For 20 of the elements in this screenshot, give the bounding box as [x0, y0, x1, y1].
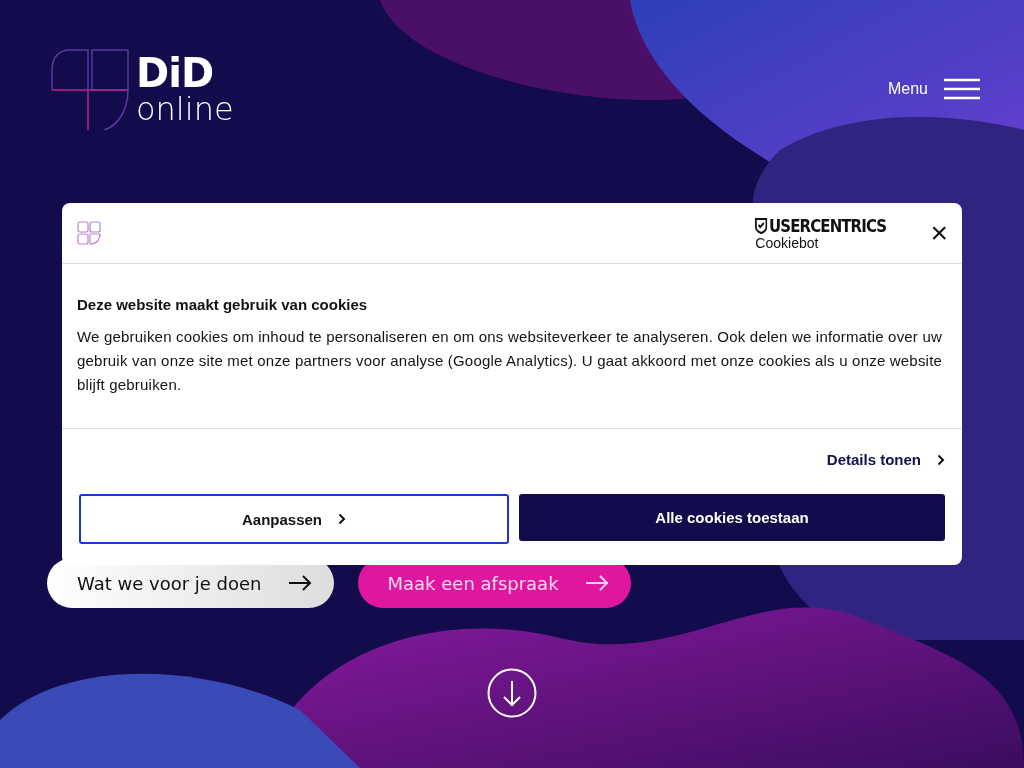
brand-product: Cookiebot: [755, 236, 820, 250]
customize-button[interactable]: Aanpassen: [79, 494, 509, 544]
logo-wordmark: DiD: [136, 53, 215, 93]
logo-icon: [50, 48, 130, 130]
menu-icon: [944, 78, 980, 100]
menu-button[interactable]: Menu: [881, 77, 986, 101]
arrow-right-icon: [287, 575, 312, 591]
details-link[interactable]: Details tonen: [826, 451, 945, 468]
chevron-right-icon: [338, 513, 346, 525]
cookie-logo-icon: [77, 221, 101, 245]
close-button[interactable]: ×: [930, 218, 948, 248]
accept-all-button[interactable]: Alle cookies toestaan: [519, 494, 945, 541]
shield-check-icon: [755, 218, 768, 234]
chevron-right-icon: [937, 453, 945, 466]
logo-subtitle: online: [136, 93, 234, 125]
dialog-title: Deze website maakt gebruik van cookies: [77, 296, 369, 313]
scroll-down-icon[interactable]: [487, 668, 537, 718]
arrow-right-icon: [584, 575, 609, 591]
dialog-text: We gebruiken cookies om inhoud te personaliseren en om ons websiteverkeer te analyseren. Ook delen we informatie over uw gebruik van onze site met onze partners voor analyse (Google Analytics). U gaat akkoord met onze cookies als u onze website blijft gebruiken.: [77, 327, 944, 395]
brand-name: USERCENTRICS: [755, 216, 887, 236]
